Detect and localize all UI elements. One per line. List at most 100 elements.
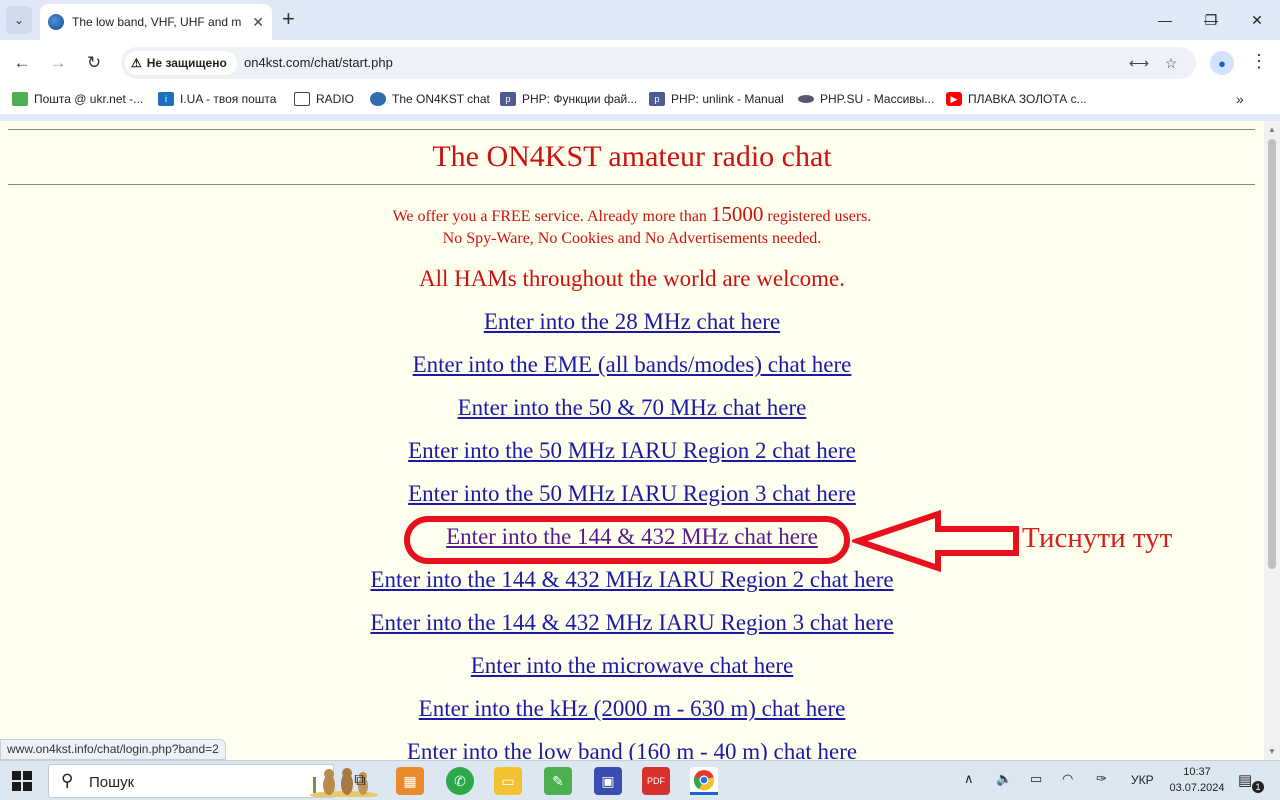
restore-window-button[interactable]: ❐ [1188,0,1234,40]
notification-count: 1 [1252,781,1264,793]
bookmarks-bar: Пошта @ ukr.net -... i I.UA - твоя пошта… [0,86,1280,114]
php-icon: p [649,92,665,106]
chrome-icon[interactable] [690,767,718,795]
bookmark-item[interactable]: i I.UA - твоя пошта [158,92,276,106]
chat-link-144-432mhz-r2[interactable]: Enter into the 144 & 432 MHz IARU Region… [0,566,1264,609]
tab-title: The low band, VHF, UHF and m [72,15,242,29]
tab-close-icon[interactable]: ✕ [252,14,264,31]
volume-muted-icon[interactable]: 🔈 [996,771,1012,787]
mail-icon [12,92,28,106]
security-label: Не защищено [146,56,227,70]
scroll-up-icon[interactable]: ▲ [1268,125,1276,134]
task-view-icon[interactable]: ⧉ [346,767,374,795]
page-title: The ON4KST amateur radio chat [432,140,832,173]
language-indicator[interactable]: УКР [1131,773,1154,787]
app-icon-orange[interactable]: ▦ [396,767,424,795]
divider [8,184,1255,185]
clock[interactable]: 10:37 03.07.2024 [1162,764,1232,796]
clock-time: 10:37 [1183,766,1211,778]
folder-icon [294,92,310,106]
offer-line1-a: We offer you a FREE service. Already mor… [392,208,707,225]
offer-line2: No Spy-Ware, No Cookies and No Advertise… [442,230,822,247]
new-tab-button[interactable]: + [282,8,295,30]
notification-icon[interactable]: ▤ [1238,771,1252,789]
forward-button[interactable]: → [46,51,70,75]
wifi-icon[interactable]: ◠ [1062,771,1073,787]
battery-icon[interactable]: ▭ [1030,771,1042,787]
close-window-button[interactable]: ✕ [1234,0,1280,40]
bookmark-item[interactable]: PHP.SU - Массивы... [798,92,934,106]
chat-link-eme[interactable]: Enter into the EME (all bands/modes) cha… [0,351,1264,394]
pdf-app-icon[interactable]: PDF [642,767,670,795]
chat-link-50-70mhz[interactable]: Enter into the 50 & 70 MHz chat here [0,394,1264,437]
divider [8,129,1255,130]
bookmark-item[interactable]: p PHP: unlink - Manual [649,92,784,106]
arrow-left-icon: ← [13,53,31,72]
pen-icon[interactable]: ✑ [1096,771,1107,787]
chevron-down-icon: ⌄ [13,13,25,27]
highlight-ellipse [404,516,850,564]
registered-count: 15000 [710,202,764,226]
arrow-right-icon: → [49,53,67,72]
security-chip[interactable]: ⚠ Не защищено [125,51,237,75]
menu-icon[interactable]: ⋮ [1250,51,1268,72]
app-icon-green[interactable]: ✆ [446,767,474,795]
bookmark-star-icon[interactable]: ☆ [1161,53,1181,73]
chat-link-50mhz-r2[interactable]: Enter into the 50 MHz IARU Region 2 chat… [0,437,1264,480]
windows-start-icon[interactable] [12,771,32,791]
globe-icon [370,92,386,106]
url-text[interactable]: on4kst.com/chat/start.php [244,55,393,70]
more-bookmarks-icon[interactable]: » [1236,91,1244,107]
minimize-window-button[interactable]: — [1142,0,1188,40]
bookmark-label: PHP.SU - Массивы... [820,92,935,106]
tab-search-button[interactable]: ⌄ [6,6,32,34]
bookmark-label: The ON4KST chat [392,92,490,106]
web-page: The ON4KST amateur radio chat We offer y… [0,121,1264,760]
page-scrollbar[interactable]: ▲ ▼ [1264,121,1280,760]
bookmark-label: PHP: unlink - Manual [671,92,784,106]
chat-link-144-432mhz-r3[interactable]: Enter into the 144 & 432 MHz IARU Region… [0,609,1264,652]
translate-icon[interactable]: ⟷ [1129,53,1149,73]
chat-link-microwave[interactable]: Enter into the microwave chat here [0,652,1264,695]
save-app-icon[interactable]: ▣ [594,767,622,795]
chrome-logo [693,769,715,790]
bookmark-label: Пошта @ ukr.net -... [34,92,144,106]
globe-icon [48,14,64,30]
php-icon: p [500,92,516,106]
phpsu-icon [798,95,814,103]
profile-icon[interactable]: ● [1210,51,1234,75]
tab-strip: ⌄ The low band, VHF, UHF and m ✕ + — — ❐… [0,0,1280,40]
bookmark-label: PHP: Функции фай... [522,92,638,106]
offer-text: We offer you a FREE service. Already mor… [0,203,1264,250]
tray-overflow-icon[interactable]: ∧ [964,771,974,787]
reload-button[interactable]: ↻ [82,51,106,75]
bookmark-item[interactable]: ▶ ПЛАВКА ЗОЛОТА с... [946,92,1087,106]
bookmark-label: ПЛАВКА ЗОЛОТА с... [968,92,1087,106]
bookmark-item[interactable]: RADIO [294,92,354,106]
bookmark-label: RADIO [316,92,355,106]
bookmark-item[interactable]: Пошта @ ukr.net -... [12,92,143,106]
taskbar-search[interactable]: ⚲ Пошук [48,764,378,798]
link-status-bar: www.on4kst.info/chat/login.php?band=2 [0,739,226,760]
chat-link-28mhz[interactable]: Enter into the 28 MHz chat here [0,308,1264,351]
reload-icon: ↻ [86,53,102,72]
search-placeholder: Пошук [89,774,135,791]
clock-date: 03.07.2024 [1169,782,1225,794]
bookmark-item[interactable]: The ON4KST chat [370,92,490,106]
file-explorer-icon[interactable]: ▭ [494,767,522,795]
scroll-down-icon[interactable]: ▼ [1268,747,1276,756]
offer-line1-b: registered users. [767,208,872,225]
back-button[interactable]: ← [10,51,34,75]
bookmark-label: I.UA - твоя пошта [180,92,277,106]
left-arrow-annotation [852,509,1019,573]
scroll-thumb[interactable] [1268,139,1276,569]
annotation-text: Тиснути тут [1022,522,1173,554]
address-bar[interactable]: ⚠ Не защищено on4kst.com/chat/start.php … [121,47,1196,79]
active-tab[interactable]: The low band, VHF, UHF and m ✕ [40,4,272,40]
welcome-text: All HAMs throughout the world are welcom… [418,266,846,291]
browser-toolbar: ← → ↻ ⚠ Не защищено on4kst.com/chat/star… [0,40,1280,86]
bookmark-item[interactable]: p PHP: Функции фай... [500,92,637,106]
chat-link-khz[interactable]: Enter into the kHz (2000 m - 630 m) chat… [0,695,1264,738]
iua-icon: i [158,92,174,106]
notepad-icon[interactable]: ✎ [544,767,572,795]
